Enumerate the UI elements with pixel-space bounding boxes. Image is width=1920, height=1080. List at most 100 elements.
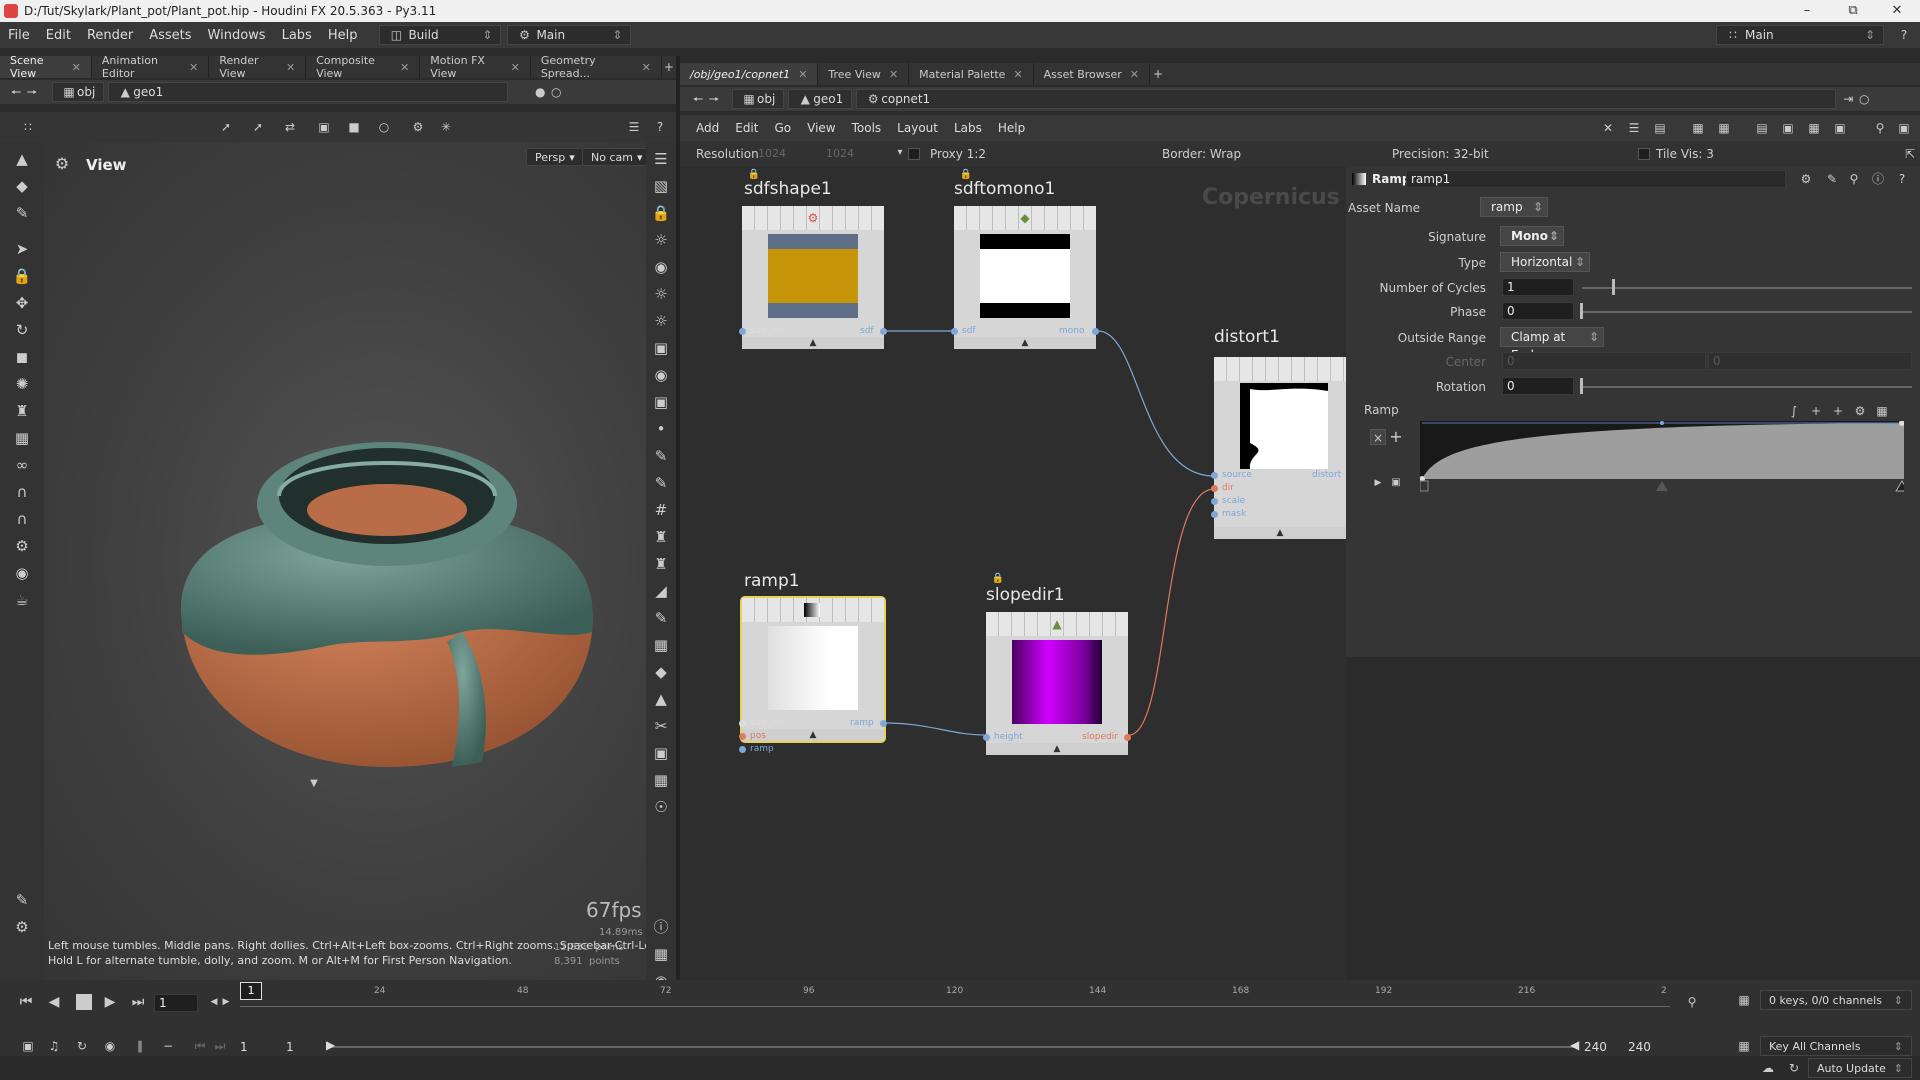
magnet-icon[interactable]: ∩ (12, 482, 32, 502)
cycles-slider-knob[interactable] (1612, 279, 1615, 295)
add-point-icon[interactable]: + (1830, 403, 1846, 419)
display-options-icon[interactable]: ☰ (626, 119, 642, 135)
curve-icon[interactable]: ∫ (1786, 403, 1802, 419)
timeline-options-icon[interactable]: − (160, 1038, 176, 1054)
select-icon[interactable]: ➚ (218, 119, 234, 135)
tab-tree-view[interactable]: Tree View ✕ (818, 63, 910, 85)
delete-point-icon[interactable]: × (1370, 429, 1386, 445)
shelf-brush-icon[interactable]: ✎ (12, 890, 32, 910)
node-sdftomono1[interactable]: sdftomono1 🔒 ◆ ▲ sdf mono (951, 169, 1099, 349)
range-slider[interactable] (326, 1046, 1576, 1048)
render-icon[interactable]: ✳ (438, 119, 454, 135)
tab-animation-editor[interactable]: Animation Editor ✕ (92, 54, 210, 80)
expand-triangle-icon[interactable]: ▶ (1370, 475, 1386, 491)
light-icon[interactable]: ☼ (651, 284, 671, 304)
output-port[interactable] (880, 328, 887, 335)
info-icon[interactable]: ? (652, 119, 668, 135)
net-menu-help[interactable]: Help (990, 121, 1033, 135)
range-icon[interactable]: ∥ (132, 1038, 148, 1054)
tab-scene-view[interactable]: Scene View ✕ (0, 54, 92, 80)
grid-dots-icon[interactable]: ∷ (20, 119, 36, 135)
wrench-icon[interactable]: ✕ (1600, 120, 1616, 136)
add-tab-icon[interactable]: + (1150, 66, 1166, 82)
prev-range-icon[interactable]: ⏮ (192, 1038, 208, 1054)
step-back-icon[interactable]: ◀ (46, 994, 62, 1010)
menu-assets[interactable]: Assets (141, 28, 199, 43)
range-end-visible[interactable]: 240 (1584, 1040, 1607, 1054)
checker-icon[interactable]: ▦ (651, 635, 671, 655)
output-port[interactable] (1092, 328, 1099, 335)
search-icon[interactable]: ⚲ (1846, 171, 1862, 187)
paint-icon[interactable]: ♜ (12, 401, 32, 421)
link-icon[interactable]: ○ (548, 84, 564, 100)
output-port[interactable] (880, 720, 887, 727)
play-icon[interactable]: ▶ (102, 994, 118, 1010)
wireframe-icon[interactable]: ▧ (651, 176, 671, 196)
signature-dropdown[interactable]: Mono ⇕ (1500, 226, 1564, 246)
rotate-icon[interactable]: ↻ (12, 320, 32, 340)
step-next-key-icon[interactable]: ▶ (218, 994, 234, 1010)
range-start[interactable]: 1 (240, 1040, 248, 1054)
network-editor[interactable]: Copernicus sdfshape1 🔒 ⚙ ▲ size_ref sdf … (680, 167, 1346, 980)
help-icon[interactable]: ? (1894, 171, 1910, 187)
help-icon[interactable]: ? (1896, 27, 1912, 43)
close-tab-icon[interactable]: ✕ (798, 68, 807, 81)
pen-icon[interactable]: ✎ (651, 473, 671, 493)
tab-geometry-spreadsheet[interactable]: Geometry Spread... ✕ (531, 54, 662, 80)
menu-labs[interactable]: Labs (274, 28, 320, 43)
scissors-icon[interactable]: ✂ (651, 716, 671, 736)
display-icon[interactable]: ▣ (316, 119, 332, 135)
node-ramp1[interactable]: ramp1 ▲ size_ref pos ramp ramp (739, 571, 887, 754)
transform-icon[interactable]: ⇄ (282, 119, 298, 135)
link-icon[interactable]: ○ (1856, 91, 1872, 107)
cloud-icon[interactable]: ☁ (1760, 1060, 1776, 1076)
tab-composite-view[interactable]: Composite View ✕ (306, 54, 421, 80)
lock-icon[interactable]: 🔒 (958, 167, 974, 183)
diamond-icon[interactable]: ◆ (651, 662, 671, 682)
select-arrow-icon[interactable]: ➤ (12, 239, 32, 259)
camera-icon[interactable]: ⚙ (410, 119, 426, 135)
brush-icon[interactable]: ✎ (651, 446, 671, 466)
clip-icon[interactable]: ▣ (651, 743, 671, 763)
light-icon[interactable]: ☼ (651, 311, 671, 331)
display-icon[interactable]: ▣ (1896, 120, 1912, 136)
close-tab-icon[interactable]: ✕ (400, 61, 409, 74)
frame-ruler[interactable]: 1 24 48 72 96 120 144 168 192 216 2 (240, 982, 1670, 1016)
path-copnet[interactable]: ⚙ copnet1 (856, 89, 1837, 109)
range-end[interactable]: 240 (1628, 1040, 1651, 1054)
key-search-icon[interactable]: ⚲ (1684, 994, 1700, 1010)
close-tab-icon[interactable]: ✕ (72, 61, 81, 74)
pen-icon[interactable]: ✎ (651, 608, 671, 628)
key-all-channels-dropdown[interactable]: Key All Channels ⇕ (1760, 1036, 1912, 1056)
paint-icon[interactable]: ♜ (651, 554, 671, 574)
list-icon[interactable]: ▤ (1652, 120, 1668, 136)
persp-dropdown[interactable]: Persp ▾ (526, 148, 584, 166)
shading-icon[interactable]: ◉ (651, 257, 671, 277)
node-footer[interactable]: ▲ (986, 743, 1128, 755)
input-port-ramp[interactable] (739, 746, 746, 753)
select-icon[interactable]: ➚ (250, 119, 266, 135)
rotation-slider-knob[interactable] (1580, 378, 1583, 394)
minimize-icon[interactable]: – (1784, 0, 1830, 22)
path-geo[interactable]: ▲ geo1 (788, 89, 853, 109)
close-tab-icon[interactable]: ✕ (1130, 68, 1139, 81)
add-point-icon[interactable]: + (1388, 429, 1404, 445)
forward-arrow-icon[interactable]: 🠖 (24, 84, 40, 100)
folder-icon[interactable]: ▣ (1832, 120, 1848, 136)
tab-motion-fx-view[interactable]: Motion FX View ✕ (420, 54, 531, 80)
close-tab-icon[interactable]: ✕ (642, 61, 651, 74)
node-footer[interactable]: ▲ (954, 337, 1096, 349)
lock-icon[interactable]: 🔒 (990, 571, 1006, 587)
pin-icon[interactable]: ⇥ (1840, 91, 1856, 107)
ramp-type-dropdown[interactable]: Horizontal ⇕ (1500, 252, 1590, 272)
display-mode-icon[interactable]: ☰ (651, 149, 671, 169)
phase-slider-knob[interactable] (1580, 303, 1583, 319)
refresh-icon[interactable]: ↻ (1786, 1060, 1802, 1076)
light-icon[interactable]: ☼ (651, 230, 671, 250)
keys-icon[interactable]: ▦ (1736, 992, 1752, 1008)
info-icon[interactable]: ⓘ (1870, 171, 1886, 187)
node-name-field[interactable]: ramp1 (1406, 170, 1786, 188)
auto-update-dropdown[interactable]: Auto Update ⇕ (1808, 1058, 1912, 1078)
rotation-slider[interactable] (1582, 386, 1912, 388)
stop-button[interactable] (76, 994, 92, 1010)
